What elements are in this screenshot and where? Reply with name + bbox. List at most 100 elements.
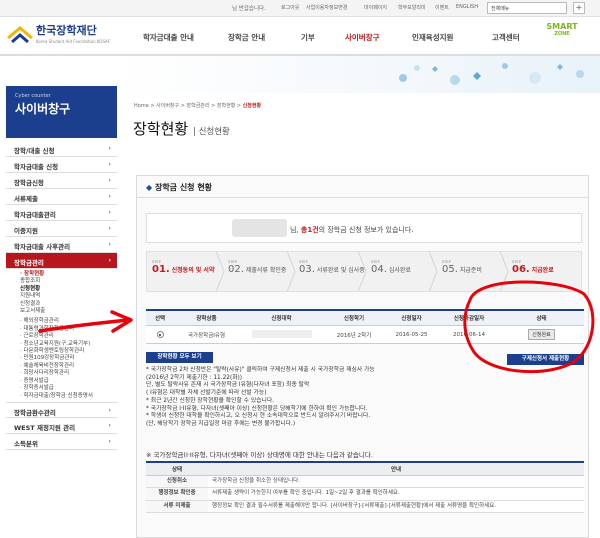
gnb-cyber-counter[interactable]: 사이버창구 — [345, 32, 380, 43]
gnb-loan-guide[interactable]: 학자금대출 안내 — [143, 32, 194, 43]
guide-status: 행정정보 확인중 — [146, 487, 208, 501]
mypage-link[interactable]: 마이페이지 — [364, 4, 387, 11]
sidebar-item-refund[interactable]: 장학금환수관리 › — [6, 401, 117, 418]
sidebar-item-west[interactable]: WEST 재정지원 관리 › — [6, 418, 117, 434]
sidebar-item-loan-manage[interactable]: 학자금대출관리 › — [6, 205, 117, 221]
parent-alert-link[interactable]: 학부모알리미 — [398, 4, 426, 11]
section-title: ◆ 장학금 신청 현황 — [146, 182, 212, 193]
gnb-customer-center[interactable]: 고객센터 — [492, 32, 520, 43]
table-row: 행정정보 확인중 서류제출 생략이 가능한지 여부를 확인 중입니다. 1일~2일… — [146, 487, 584, 501]
step-arrow-icon — [286, 251, 296, 292]
sidebar-item-documents[interactable]: 서류제출 › — [6, 189, 117, 205]
submenu-work-study[interactable]: · 근로장학관리 — [20, 333, 109, 340]
submenu-scholarship-cert[interactable]: · 장학증서발급 — [20, 385, 109, 392]
sidebar-item-label: 장학금환수관리 — [14, 408, 56, 417]
submenu-overseas[interactable]: · 해외장학금관리 — [20, 318, 109, 325]
step-number: 02. — [228, 264, 244, 275]
step-4: STEP 04. 심사완료 — [371, 260, 411, 275]
logo-icon[interactable] — [6, 24, 34, 44]
sidebar-item-income[interactable]: 소득분위 › — [6, 434, 117, 450]
radio-button[interactable] — [156, 331, 164, 338]
sidebar-item-apply[interactable]: 장학/대출 신청 › — [6, 141, 117, 157]
sidebar-item-loan-apply[interactable]: 학자금대출 신청 › — [6, 157, 117, 173]
sidebar-submenu: · 장학현황 종합조회 신청현황 지원내역 신청결과 보고서제출 · 해외장학금… — [6, 269, 117, 402]
zone-label: ZONE — [554, 31, 570, 37]
plus-button[interactable]: + — [573, 2, 585, 14]
gnb-donation[interactable]: 기부 — [301, 32, 315, 43]
guide-text: 서류제출 생략이 가능한지 여부를 확인 중입니다. 1일~2일 후 결과를 확… — [208, 487, 584, 501]
guide-col-status: 상태 — [146, 461, 208, 476]
logo-title[interactable]: 한국장학재단 — [36, 22, 97, 38]
col-semester: 신청학기 — [324, 309, 384, 326]
submenu-hope-ladder[interactable]: · 희망사다리장학관리 — [20, 370, 109, 377]
submenu-support-history[interactable]: 지원내역 — [20, 293, 109, 300]
status-badge[interactable]: 신청완료 — [528, 329, 555, 340]
submenu-result[interactable]: 신청결과 — [20, 301, 109, 308]
appeal-status-button[interactable]: 구제신청서 제출현황 — [507, 354, 584, 365]
submenu-complaint[interactable]: · 민원109강장학금관리 — [20, 355, 109, 362]
sidebar-item-loan-aftercare[interactable]: 학자금대출 사후관리 › — [6, 237, 117, 253]
note-line: 단, 별도 탈락사유 존재 시 국가장학금 I유형(다자녀 포함) 최종 탈락 — [146, 382, 310, 389]
notice-text: 님, 총1건의 장학금 신청 정보가 있습니다. — [290, 225, 414, 235]
sidebar-nav: 장학/대출 신청 › 학자금대출 신청 › 장학금신청 › 서류제출 › 학자금대출관리… — [6, 141, 117, 450]
event-link[interactable]: 이벤트 — [435, 4, 449, 11]
step-arrow-icon — [215, 251, 225, 292]
deadline-cell: 2016-06-14 — [439, 325, 499, 344]
submenu-certificate[interactable]: · 증명서발급 — [20, 378, 109, 385]
sidebar-item-label: 장학금신청 — [14, 179, 44, 187]
date-cell: 2016-05-25 — [384, 325, 439, 344]
sidebar-item-scholarship-manage[interactable]: 장학금관리 › — [6, 253, 117, 269]
note-line: ( I유형은 대학별 자체 선발기준에 따라 선발 가능) — [146, 390, 267, 397]
step-number: 04. — [371, 264, 387, 275]
show-all-status-button[interactable]: 장학현황 모두 보기 — [146, 352, 213, 363]
all-menu-select[interactable]: 전체메뉴 — [487, 2, 567, 14]
guide-text: 국가장학금 신청을 취소한 상태입니다. — [208, 475, 584, 488]
step-text: 제출서류 확인중 — [245, 267, 287, 274]
sidebar-item-dual-support[interactable]: 이중지원 › — [6, 221, 117, 237]
product-cell: 국가장학금I유형 — [174, 325, 239, 344]
table-row[interactable]: 국가장학금I유형 2016년 2학기 2016-05-25 2016-06-14… — [146, 325, 584, 344]
user-info-link[interactable]: 사업이용자정보변경 — [306, 4, 347, 11]
gnb-scholarship-guide[interactable]: 장학금 안내 — [228, 32, 265, 43]
sidebar-item-label: 장학금관리 — [14, 259, 44, 267]
logo-subtitle: Korea Student Aid Foundation KOSAF — [36, 39, 111, 44]
chevron-right-icon: › — [108, 176, 111, 184]
breadcrumb-trail[interactable]: Home > 사이버창구 > 장학금관리 > 장학현황 > — [134, 103, 241, 109]
step-text: 심사완료 — [388, 267, 411, 274]
guide-header-row: 상태 안내 — [146, 461, 584, 476]
chevron-right-icon: › — [108, 224, 111, 232]
guide-text: 행정정보 확인 결과 필수서류를 제출해야만 합니다. [사이버창구]-[서류제… — [208, 500, 584, 513]
step-number: 03. — [299, 264, 315, 275]
sidebar-header-en: Cyber counter — [15, 93, 51, 99]
notes-list: * 국가장학금 2차 신청반은 "탈락(사유)" 클릭하여 구제신청서 제출 시… — [146, 367, 586, 429]
table-header-row: 선택 장학상품 신청대학 신청학기 신청일자 신청마감일자 상태 — [146, 309, 584, 326]
col-university: 신청대학 — [239, 309, 324, 326]
sidebar-item-label: WEST 재정지원 관리 — [14, 423, 76, 432]
chevron-right-icon: › — [108, 436, 111, 445]
english-link[interactable]: ENGLISH — [456, 4, 478, 10]
redacted-name — [232, 219, 287, 237]
guide-col-info: 안내 — [208, 461, 584, 476]
chevron-right-icon: › — [108, 405, 111, 414]
section-divider — [137, 197, 588, 198]
submenu-apply-cert[interactable]: · 학자금대출/장학금 신청증명서 — [20, 393, 109, 400]
notice-count: 총1건 — [300, 226, 319, 234]
sidebar-item-label: 이중지원 — [14, 227, 38, 235]
step-text: 서류완료 및 심사중 — [316, 267, 365, 274]
sidebar-header: Cyber counter 사이버창구 — [6, 86, 117, 138]
step-arrow-icon — [499, 251, 509, 292]
note-line: * 학생이 신청한 대학을 확인하시고, 오 신청시 현 소속대학으로 반드시 … — [146, 413, 371, 420]
submenu-report[interactable]: 보고서제출 — [20, 308, 109, 315]
logout-link[interactable]: 로그아웃 — [281, 4, 299, 11]
breadcrumb: Home > 사이버창구 > 장학금관리 > 장학현황 > 신청현황 — [134, 102, 261, 109]
note-line: (단, 해당학기 장학금 지급일정 마감 후에는 변경 불가합니다.) — [146, 420, 296, 427]
submenu-overview[interactable]: 종합조회 — [20, 278, 109, 285]
page-subtitle: | 신청현황 — [192, 127, 230, 137]
gnb-talent-support[interactable]: 인재육성지원 — [412, 32, 453, 43]
smart-zone-logo[interactable]: SMART ZONE — [545, 22, 579, 48]
semester-cell: 2016년 2학기 — [324, 325, 384, 344]
decorative-dots-icon — [399, 63, 584, 85]
sidebar-item-scholarship-apply[interactable]: 장학금신청 › — [6, 173, 117, 189]
submenu-youth-edu[interactable]: · 청소년교육지원(구,교육기부) — [20, 341, 109, 348]
status-cell: 신청완료 — [499, 325, 584, 344]
